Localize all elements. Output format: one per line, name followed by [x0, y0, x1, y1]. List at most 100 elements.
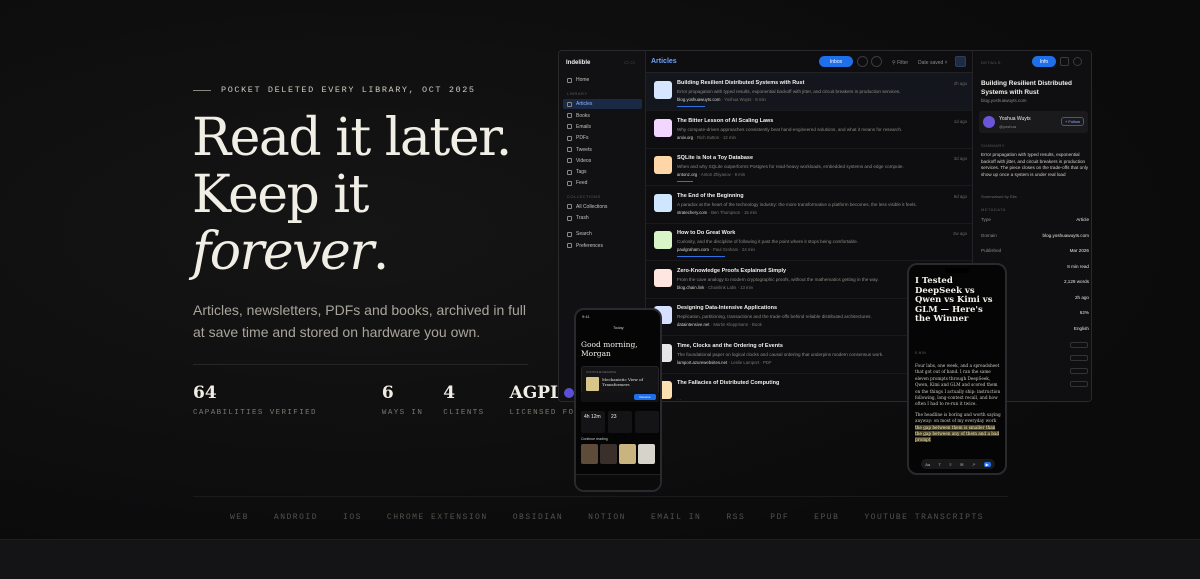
tag-chip[interactable] [1070, 368, 1088, 374]
sidebar-item-feed[interactable]: Feed [563, 178, 642, 188]
sidebar-item-label: Preferences [576, 242, 603, 249]
reader-tool-icon[interactable]: Aa [925, 462, 930, 467]
articles-icon [567, 101, 572, 107]
metadata-value: English [1073, 325, 1089, 331]
metadata-value: 8 min read [1067, 263, 1089, 269]
archive-icon[interactable] [857, 56, 868, 67]
sidebar-group-label: LIBRARY [567, 91, 588, 97]
reader-tool-icon[interactable]: T [939, 462, 941, 467]
phone-header: Today [613, 325, 624, 330]
article-title: Building Resilient Distributed Systems w… [677, 80, 805, 86]
article-read-time: 8 min [755, 97, 766, 102]
hero-subtitle: Articles, newsletters, PDFs and books, a… [193, 302, 527, 340]
metadata-value: 2h ago [1074, 294, 1089, 300]
sidebar-item-label: PDFs [576, 135, 589, 142]
article-meta: dataintensive.net · Martin Kleppmann · B… [677, 322, 762, 327]
reader-tool-icon[interactable]: ✉ [960, 462, 963, 467]
sidebar-item-search[interactable]: Search [563, 229, 642, 239]
metadata-value: Mar 2026 [1069, 248, 1089, 253]
save-url-input[interactable]: Resume [581, 392, 659, 402]
article-read-time: 9 min [734, 172, 746, 177]
thumbnail[interactable] [619, 444, 636, 464]
sort-select[interactable]: Date saved ˅ [918, 60, 948, 66]
layout-icon[interactable] [955, 56, 966, 67]
reader-tool-icon[interactable]: ≡ [949, 462, 951, 467]
phone-home-screenshot: 9:41 Today Good morning, Morgan CONTINUE… [574, 308, 662, 492]
article-row[interactable]: SQLite is Not a Toy Database When and why… [646, 148, 972, 186]
article-row[interactable]: The End of the Beginning A paradox at the… [646, 186, 972, 224]
tag-chip[interactable] [1070, 355, 1088, 361]
article-title: The End of the Beginning [677, 192, 744, 199]
article-description: Curiosity, and the discipline of followi… [677, 239, 858, 244]
thumbnail[interactable] [600, 444, 617, 464]
article-description: When and why SQLite outperforms Postgres… [677, 164, 904, 169]
article-read-time: 13 min [740, 284, 753, 290]
phone-notch [945, 268, 969, 273]
sidebar-item-emails[interactable]: Emails [563, 122, 642, 132]
sidebar-item-label: Search [576, 231, 592, 238]
author-handle: @yoshua [999, 124, 1016, 129]
summary-attribution: Summarised by Ella [981, 194, 1017, 199]
article-domain: arxiv.org [677, 134, 694, 140]
later-icon[interactable] [871, 56, 882, 67]
metadata-label: METADATA [981, 207, 1006, 212]
emails-icon [567, 124, 572, 130]
filter-label: Filter [897, 60, 909, 66]
follow-button[interactable]: + Follow [1060, 117, 1084, 126]
resume-button[interactable]: Resume [634, 394, 656, 400]
sidebar-item-videos[interactable]: Videos [563, 156, 642, 166]
sidebar-item-tweets[interactable]: Tweets [563, 145, 642, 155]
reader-tool-icon[interactable]: ▶ [983, 461, 991, 467]
tag-chip[interactable] [1070, 381, 1088, 387]
bookmark-icon[interactable] [1060, 57, 1069, 66]
reader-meta: 8 MIN [915, 351, 927, 355]
divider [193, 496, 1008, 497]
article-meta: paulgraham.com · Paul Graham · 24 min [677, 247, 755, 252]
inbox-label: Inbox [829, 58, 843, 65]
list-title[interactable]: Articles [651, 58, 677, 65]
highlight[interactable]: the gap between them is smaller than the… [915, 424, 1000, 443]
filter-button[interactable]: ⚲ Filter [892, 60, 908, 66]
article-row[interactable]: The Bitter Lesson of AI Scaling Laws Why … [646, 111, 972, 149]
metadata-row: Type Article [981, 217, 1089, 222]
sidebar-toggle-icon[interactable]: ▭ ▭ [624, 60, 635, 66]
avatar[interactable] [564, 388, 574, 398]
article-row[interactable]: Building Resilient Distributed Systems w… [646, 73, 972, 111]
sidebar-item-preferences[interactable]: Preferences [563, 241, 642, 251]
thumbnail[interactable] [638, 444, 655, 464]
separator: · [679, 397, 682, 402]
article-row[interactable]: How to Do Great Work Curiosity, and the d… [646, 223, 972, 261]
sidebar-item-all-collections[interactable]: All Collections [563, 202, 642, 212]
article-age: 2w ago [953, 231, 967, 236]
info-button[interactable]: Info [1032, 56, 1056, 67]
reader-tool-icon[interactable]: ↗ [972, 462, 975, 467]
sidebar-item-label: All Collections [576, 203, 608, 210]
stat-label: WAYS IN [381, 409, 424, 417]
sidebar-item-articles[interactable]: Articles [563, 99, 642, 110]
reading-progress [677, 256, 725, 257]
tab-bar[interactable] [576, 474, 660, 490]
article-age: 1d ago [953, 118, 967, 124]
sidebar-item-books[interactable]: Books [563, 111, 642, 121]
sidebar-item-pdfs[interactable]: PDFs [563, 133, 642, 143]
metadata-value: 62% [1079, 310, 1089, 315]
metadata-row: Published Mar 2026 [981, 248, 1089, 253]
tag-chip[interactable] [1070, 342, 1088, 348]
share-icon[interactable] [1073, 57, 1082, 66]
article-age: 2h ago [953, 81, 967, 86]
article-title: The Bitter Lesson of AI Scaling Laws [677, 117, 774, 124]
article-title: Zero-Knowledge Proofs Explained Simply [677, 267, 787, 274]
stat-articles: 23 [608, 411, 632, 433]
inbox-button[interactable]: Inbox [819, 56, 853, 67]
sidebar-item-trash[interactable]: Trash [563, 213, 642, 223]
sidebar-item-tags[interactable]: Tags [563, 167, 642, 177]
article-read-time: 12 min [723, 134, 736, 140]
article-title: Designing Data-Intensive Applications [677, 305, 778, 311]
sidebar-item-home[interactable]: Home [563, 75, 642, 85]
status-time: 9:41 [582, 314, 590, 319]
article-title: How to Do Great Work [677, 230, 736, 236]
thumbnail[interactable] [581, 444, 598, 464]
detail-domain[interactable]: blog.yoshuawuyts.com [981, 98, 1027, 103]
app-brand: Indelible [566, 60, 591, 66]
article-thumbnail [654, 118, 672, 137]
